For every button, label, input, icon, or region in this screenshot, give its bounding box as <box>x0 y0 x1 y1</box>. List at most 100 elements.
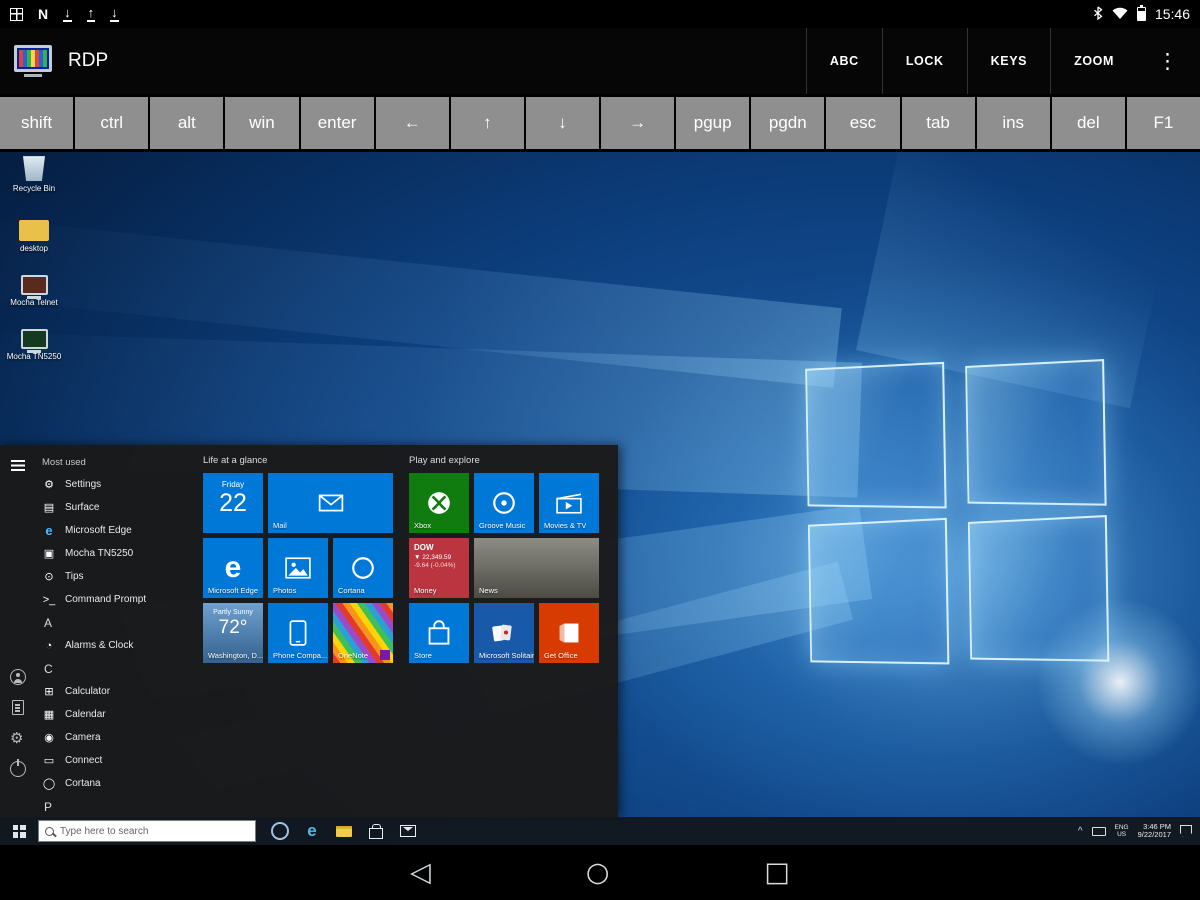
key-arrow-left[interactable]: ← <box>376 97 449 149</box>
app-section-a[interactable]: A <box>40 611 200 634</box>
nav-back-button[interactable]: ◁ <box>410 859 431 886</box>
tile-edge[interactable]: eMicrosoft Edge <box>203 538 263 598</box>
android-nav-bar: ◁ ○ □ <box>0 845 1200 900</box>
tile-line: Partly Sunny <box>203 609 263 616</box>
hamburger-menu-icon[interactable] <box>11 460 25 462</box>
taskbar-edge-icon[interactable] <box>296 817 328 845</box>
tile-phone-companion[interactable]: Phone Compa... <box>268 603 328 663</box>
key-arrow-right[interactable]: → <box>601 97 674 149</box>
tile-label: Mail <box>273 521 287 530</box>
app-item-surface[interactable]: ▤Surface <box>40 496 200 519</box>
app-item-alarms-clock[interactable]: ◔Alarms & Clock <box>40 634 200 657</box>
app-section-p[interactable]: P <box>40 795 200 818</box>
tile-office[interactable]: Get Office <box>539 603 599 663</box>
keys-button[interactable]: KEYS <box>967 28 1050 94</box>
key-shift[interactable]: shift <box>0 97 73 149</box>
zoom-button[interactable]: ZOOM <box>1050 28 1137 94</box>
key-alt[interactable]: alt <box>150 97 223 149</box>
tile-cortana[interactable]: Cortana <box>333 538 393 598</box>
app-item-label: Command Prompt <box>65 594 146 605</box>
key-win[interactable]: win <box>225 97 298 149</box>
settings-icon[interactable] <box>10 730 26 746</box>
tile-label: Photos <box>273 586 296 595</box>
remote-desktop[interactable]: Recycle Bin desktop Mocha Telnet Mocha TN52… <box>0 152 1200 845</box>
tile-xbox[interactable]: Xbox <box>409 473 469 533</box>
start-button[interactable] <box>0 817 38 845</box>
tile-label: Store <box>414 651 432 660</box>
tile-weather[interactable]: Partly Sunny72°Washington, D... <box>203 603 263 663</box>
app-item-command-prompt[interactable]: >_Command Prompt <box>40 588 200 611</box>
tile-label: Phone Compa... <box>273 651 327 660</box>
tray-clock[interactable]: 3:46 PM 9/22/2017 <box>1138 823 1171 840</box>
action-center-icon[interactable] <box>1180 825 1192 837</box>
key-tab[interactable]: tab <box>902 97 975 149</box>
app-item-camera[interactable]: ◉Camera <box>40 726 200 749</box>
app-item-microsoft-edge[interactable]: eMicrosoft Edge <box>40 519 200 542</box>
app-item-label: Mocha TN5250 <box>65 548 133 559</box>
key-arrow-down[interactable]: ↓ <box>526 97 599 149</box>
camera-icon: ◉ <box>42 731 56 745</box>
tile-news[interactable]: News <box>474 538 599 598</box>
app-section-c[interactable]: C <box>40 657 200 680</box>
rdp-app-bar: RDP ABCLOCKKEYSZOOM ⋮ <box>0 28 1200 94</box>
key-ins[interactable]: ins <box>977 97 1050 149</box>
tile-store[interactable]: Store <box>409 603 469 663</box>
desktop-icon-mocha-tn5250[interactable]: Mocha TN5250 <box>4 329 64 361</box>
desktop-icon-mocha-telnet[interactable]: Mocha Telnet <box>4 275 64 307</box>
tile-money[interactable]: DOW▼ 22,349.59-9.64 (-0.04%)Money <box>409 538 469 598</box>
android-status-bar: 15:46 <box>0 0 1200 28</box>
search-input[interactable] <box>60 826 249 837</box>
desktop-icon-recycle-bin[interactable]: Recycle Bin <box>4 154 64 193</box>
download2-icon <box>110 6 119 22</box>
abc-button[interactable]: ABC <box>806 28 882 94</box>
key-enter[interactable]: enter <box>301 97 374 149</box>
key-esc[interactable]: esc <box>826 97 899 149</box>
tile-line: 22 <box>203 489 263 518</box>
app-item-settings[interactable]: ⚙Settings <box>40 473 200 496</box>
tile-mail[interactable]: Mail <box>268 473 393 533</box>
key-arrow-up[interactable]: ↑ <box>451 97 524 149</box>
app-item-calculator[interactable]: ⊞ Calculator <box>40 680 200 703</box>
monitor-stand <box>24 74 42 77</box>
app-item-cortana[interactable]: ◯Cortana <box>40 772 200 795</box>
nav-home-button[interactable]: ○ <box>586 859 610 886</box>
tile-solitaire[interactable]: Microsoft Solitaire... <box>474 603 534 663</box>
app-item-label: Calculator <box>65 686 110 697</box>
alarms-clock-icon: ◔ <box>42 639 56 653</box>
tile-groove[interactable]: Groove Music <box>474 473 534 533</box>
power-icon[interactable] <box>10 761 26 777</box>
documents-icon[interactable] <box>12 700 24 715</box>
most-used-header: Most used <box>42 457 86 468</box>
tray-chevron-icon[interactable]: ^ <box>1078 826 1083 837</box>
tile-calendar[interactable]: Friday22 <box>203 473 263 533</box>
taskbar-store-icon[interactable] <box>360 817 392 845</box>
key-pgup[interactable]: pgup <box>676 97 749 149</box>
app-item-calendar[interactable]: ▦Calendar <box>40 703 200 726</box>
taskbar-search-box[interactable] <box>38 820 256 842</box>
taskbar-cortana-icon[interactable] <box>264 817 296 845</box>
app-item-tips[interactable]: ⊙Tips <box>40 565 200 588</box>
key-del[interactable]: del <box>1052 97 1125 149</box>
key-pgdn[interactable]: pgdn <box>751 97 824 149</box>
calculator-icon: ⊞ <box>42 685 56 699</box>
app-item-connect[interactable]: ▭Connect <box>40 749 200 772</box>
touch-keyboard-icon[interactable] <box>1092 827 1106 836</box>
desktop-icon-label: Mocha TN5250 <box>7 352 62 361</box>
desktop-icon-desktop[interactable]: desktop <box>4 215 64 253</box>
tile-photos[interactable]: Photos <box>268 538 328 598</box>
overflow-menu-icon[interactable]: ⋮ <box>1137 49 1186 74</box>
taskbar-mail-icon[interactable] <box>392 817 424 845</box>
app-item-mocha-tn5250[interactable]: ▣Mocha TN5250 <box>40 542 200 565</box>
language-indicator[interactable]: ENG US <box>1115 824 1129 839</box>
key-ctrl[interactable]: ctrl <box>75 97 148 149</box>
tile-onenote[interactable]: OneNote <box>333 603 393 663</box>
lock-button[interactable]: LOCK <box>882 28 967 94</box>
app-item-label: Tips <box>65 571 84 582</box>
nav-recents-button[interactable]: □ <box>764 859 790 886</box>
user-icon[interactable] <box>10 669 26 685</box>
key-f1[interactable]: F1 <box>1127 97 1200 149</box>
taskbar-file-explorer-icon[interactable] <box>328 817 360 845</box>
tile-movies[interactable]: Movies & TV <box>539 473 599 533</box>
desktop-icon-label: Mocha Telnet <box>10 298 57 307</box>
tile-label: Movies & TV <box>544 521 586 530</box>
